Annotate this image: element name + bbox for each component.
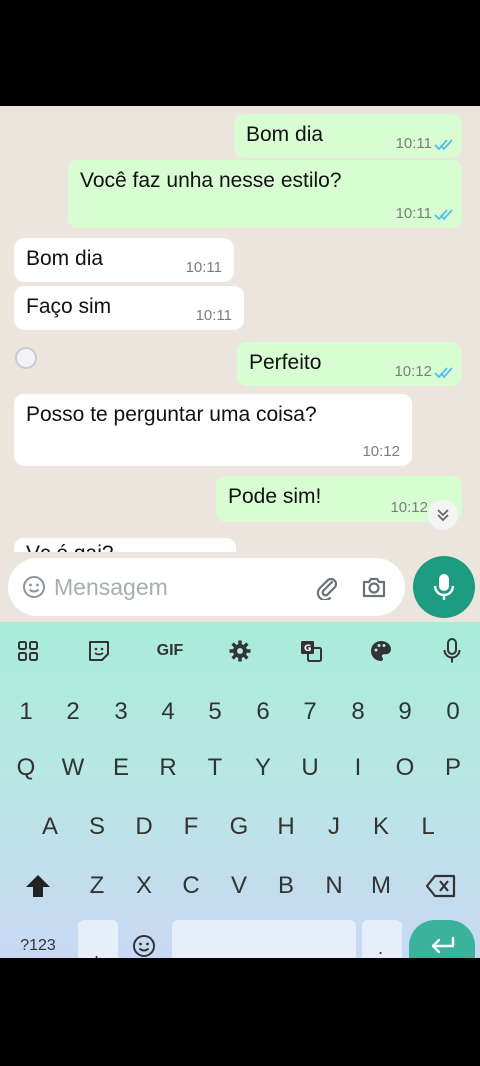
read-ticks-icon [434,139,453,151]
key-8[interactable]: 8 [338,692,378,732]
double-chevron-down-icon [437,509,449,522]
translate-icon[interactable]: G [296,636,326,666]
chat-conversation[interactable]: Bom dia 10:11 Você faz unha nesse estilo… [0,106,480,552]
key-u[interactable]: U [290,748,330,788]
key-b[interactable]: B [266,866,306,906]
key-3[interactable]: 3 [101,692,141,732]
message-text: Posso te perguntar uma coisa? [26,403,317,426]
keyboard-toolbar: GIF G [0,622,480,680]
key-5[interactable]: 5 [195,692,235,732]
key-y[interactable]: Y [243,748,283,788]
message-text: Faço sim [26,295,112,318]
key-7[interactable]: 7 [290,692,330,732]
message-time: 10:11 [395,135,432,152]
emoji-icon[interactable] [22,575,46,599]
soft-keyboard: GIF G [0,622,480,958]
key-e[interactable]: E [101,748,141,788]
read-ticks-icon [434,367,453,379]
message-text: Vc é gai? [26,542,114,552]
message-outgoing[interactable]: Bom dia 10:11 [234,114,462,158]
message-incoming[interactable]: Faço sim 10:11 [14,286,244,330]
key-q[interactable]: Q [6,748,46,788]
key-i[interactable]: I [338,748,378,788]
apps-grid-icon[interactable] [13,636,43,666]
message-incoming[interactable]: Posso te perguntar uma coisa? 10:12 [14,394,412,466]
space-key[interactable] [172,920,356,960]
key-p[interactable]: P [433,748,473,788]
message-text: Bom dia [26,247,104,270]
message-text: Bom dia [246,123,324,146]
message-incoming[interactable]: Bom dia 10:11 [14,238,234,282]
svg-text:G: G [304,644,311,654]
key-v[interactable]: V [219,866,259,906]
attach-icon[interactable] [314,574,340,600]
message-outgoing[interactable]: Pode sim! 10:12 [216,476,462,522]
message-text: Pode sim! [228,485,322,508]
key-6[interactable]: 6 [243,692,283,732]
key-a[interactable]: A [30,807,70,847]
message-text: Perfeito [249,351,322,374]
message-time: 10:12 [394,363,432,380]
key-d[interactable]: D [124,807,164,847]
scroll-to-bottom-button[interactable] [428,500,458,530]
message-input-placeholder: Mensagem [54,574,168,600]
key-2[interactable]: 2 [53,692,93,732]
enter-icon [431,936,455,954]
key-c[interactable]: C [171,866,211,906]
navigation-bar-area [0,958,480,1066]
palette-icon[interactable] [366,636,396,666]
key-o[interactable]: O [385,748,425,788]
status-bar-area [0,0,480,106]
message-text: Você faz unha nesse estilo? [80,169,342,192]
message-time: 10:11 [395,205,432,222]
emoji-icon [133,935,155,957]
message-time: 10:11 [195,307,232,324]
message-time: 10:11 [185,259,222,276]
key-z[interactable]: Z [77,866,117,906]
voice-message-button[interactable] [413,556,475,618]
period-label: . [378,938,384,958]
read-ticks-icon [434,209,453,221]
key-m[interactable]: M [361,866,401,906]
key-h[interactable]: H [266,807,306,847]
key-r[interactable]: R [148,748,188,788]
key-s[interactable]: S [77,807,117,847]
microphone-icon [433,574,455,600]
key-k[interactable]: K [361,807,401,847]
sticker-icon[interactable] [84,636,114,666]
backspace-key[interactable] [418,866,464,906]
voice-input-icon[interactable] [437,636,467,666]
gif-button[interactable]: GIF [150,636,190,666]
message-composer: Mensagem [0,552,480,622]
comma-key[interactable]: , [78,920,118,962]
key-w[interactable]: W [53,748,93,788]
select-message-checkbox[interactable] [15,347,37,369]
key-4[interactable]: 4 [148,692,188,732]
key-0[interactable]: 0 [433,692,473,732]
message-time: 10:12 [390,499,428,516]
key-t[interactable]: T [195,748,235,788]
message-input[interactable]: Mensagem [8,558,405,616]
period-key[interactable]: . [362,920,402,960]
shift-icon [26,875,50,897]
key-g[interactable]: G [219,807,259,847]
backspace-icon [425,874,456,898]
key-1[interactable]: 1 [6,692,46,732]
message-outgoing[interactable]: Perfeito 10:12 [237,342,462,386]
camera-icon[interactable] [361,574,387,600]
message-time: 10:12 [362,443,400,460]
key-l[interactable]: L [408,807,448,847]
key-9[interactable]: 9 [385,692,425,732]
settings-icon[interactable] [225,636,255,666]
key-f[interactable]: F [171,807,211,847]
key-x[interactable]: X [124,866,164,906]
message-incoming-partial[interactable]: Vc é gai? [14,538,236,552]
shift-key[interactable] [16,866,60,906]
key-j[interactable]: J [314,807,354,847]
message-outgoing[interactable]: Você faz unha nesse estilo? 10:11 [68,160,462,228]
key-n[interactable]: N [314,866,354,906]
